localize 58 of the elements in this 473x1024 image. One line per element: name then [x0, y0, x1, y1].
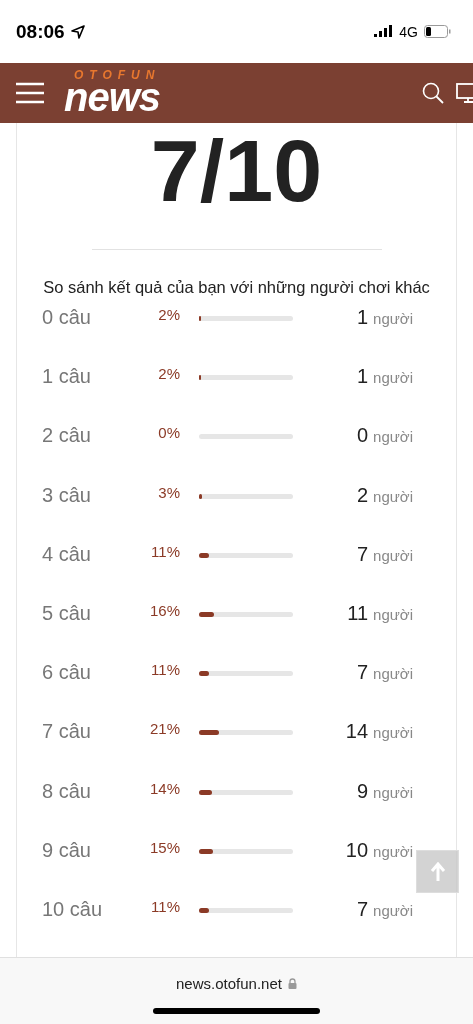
location-arrow-icon	[70, 24, 85, 39]
up-arrow-icon	[429, 861, 446, 882]
percentage-label: 21%	[148, 720, 180, 738]
percentage-label: 11%	[150, 542, 180, 560]
comparison-heading: So sánh kết quả của bạn với những người chơi khác	[42, 277, 431, 298]
player-unit: người	[373, 783, 413, 801]
answer-count-label: 10 câu	[42, 897, 104, 921]
player-count: 0	[356, 424, 369, 448]
logo-tagline: OTOFUN	[74, 69, 161, 81]
monitor-icon[interactable]	[456, 82, 473, 104]
menu-icon[interactable]	[16, 82, 44, 104]
answer-count-label: 2 câu	[42, 424, 92, 448]
player-count: 14	[345, 720, 369, 744]
player-count: 7	[356, 542, 369, 566]
player-unit: người	[373, 428, 413, 446]
player-unit: người	[373, 369, 413, 387]
percentage-label: 3%	[157, 483, 180, 501]
percentage-label: 0%	[157, 424, 180, 442]
player-unit: người	[373, 605, 413, 623]
player-unit: người	[373, 724, 413, 742]
search-icon[interactable]	[422, 82, 444, 104]
answer-count-label: 3 câu	[42, 483, 92, 507]
lock-icon	[287, 978, 297, 989]
answer-count-label: 1 câu	[42, 365, 92, 389]
player-count: 9	[356, 779, 369, 803]
answer-count-label: 7 câu	[42, 720, 92, 744]
player-unit: người	[373, 487, 413, 505]
player-unit: người	[373, 546, 413, 564]
answer-count-label: 8 câu	[42, 779, 92, 803]
percentage-label: 11%	[150, 661, 180, 679]
status-time: 08:06	[16, 20, 65, 43]
player-unit: người	[373, 665, 413, 683]
percentage-label: 2%	[157, 306, 180, 323]
player-count: 2	[356, 483, 369, 507]
answer-count-label: 6 câu	[42, 661, 92, 685]
player-unit: người	[373, 842, 413, 860]
player-count: 10	[345, 838, 369, 862]
signal-icon	[374, 24, 395, 39]
player-count: 7	[356, 661, 369, 685]
url-text[interactable]: news.otofun.net	[176, 975, 282, 992]
player-unit: người	[373, 310, 413, 327]
network-type: 4G	[399, 23, 418, 40]
percentage-label: 11%	[150, 897, 180, 915]
percentage-label: 2%	[157, 365, 180, 383]
answer-count-label: 0 câu	[42, 306, 92, 329]
player-count: 1	[356, 306, 369, 329]
player-count: 7	[356, 897, 369, 921]
player-count: 11	[347, 601, 369, 625]
battery-icon	[424, 25, 451, 38]
answer-count-label: 9 câu	[42, 838, 92, 862]
player-unit: người	[373, 901, 413, 919]
answer-count-label: 5 câu	[42, 601, 92, 625]
quiz-score: 7/10	[150, 127, 323, 215]
percentage-label: 15%	[148, 838, 180, 856]
player-count: 1	[356, 365, 369, 389]
percentage-label: 14%	[148, 779, 180, 797]
percentage-label: 16%	[148, 601, 180, 619]
answer-count-label: 4 câu	[42, 542, 92, 566]
